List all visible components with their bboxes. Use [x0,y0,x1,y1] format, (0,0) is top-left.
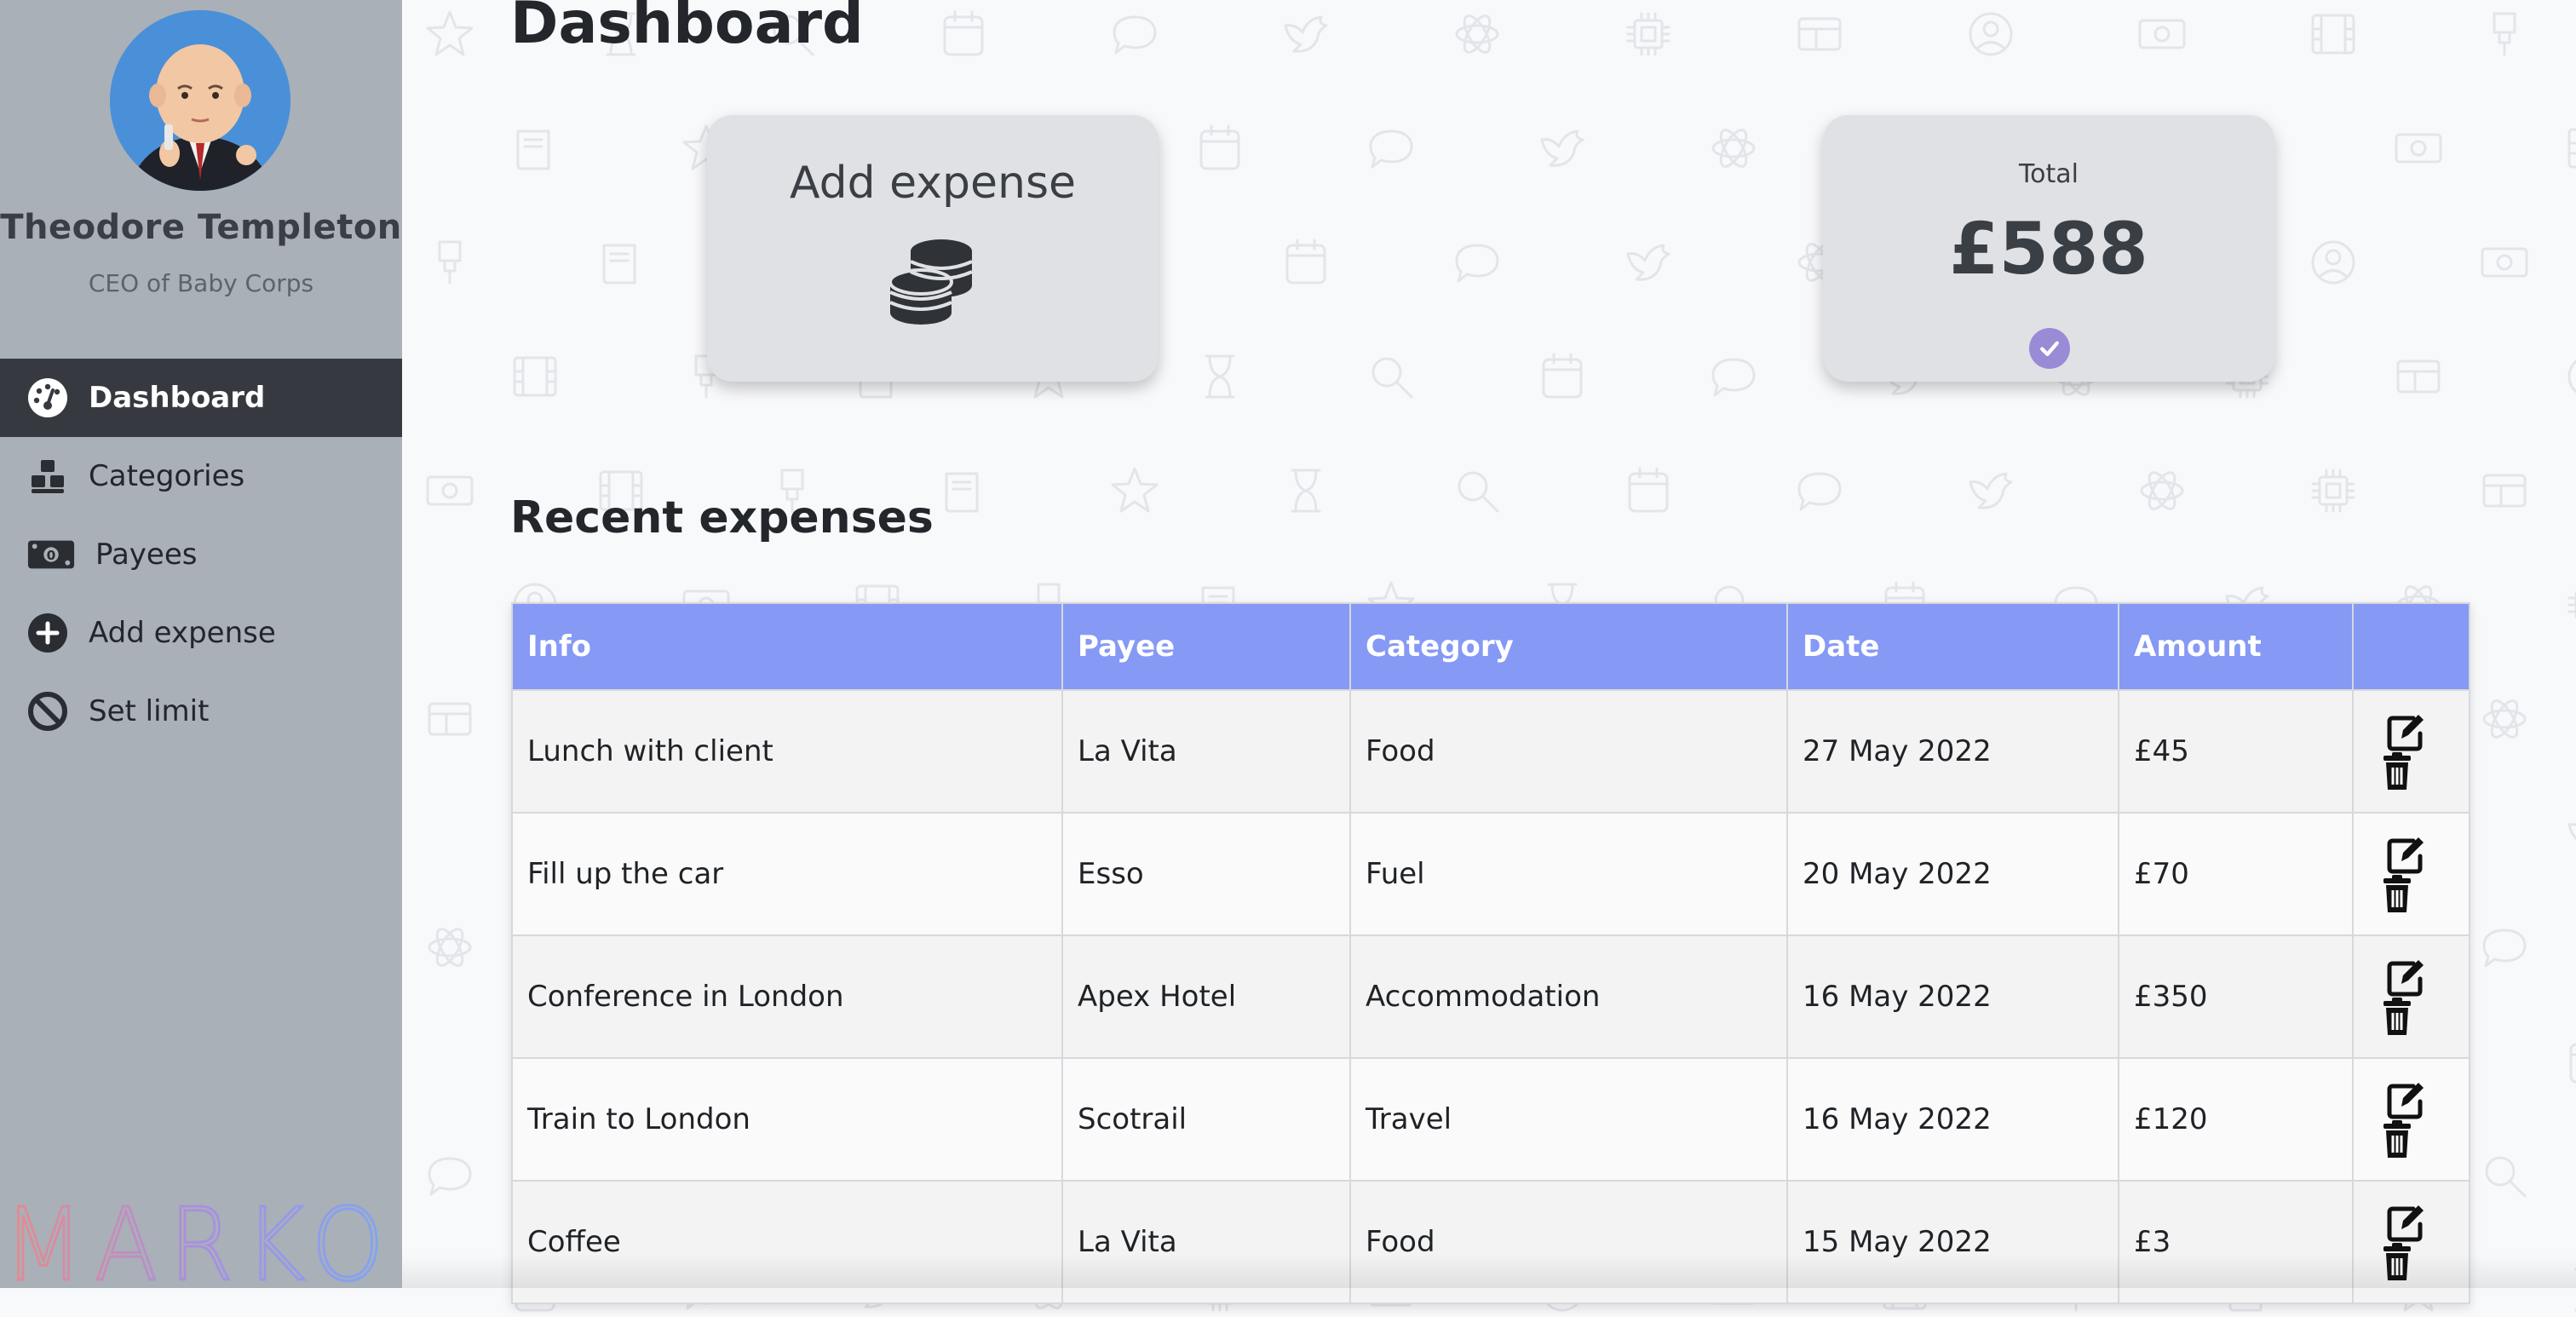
expenses-table: Info Payee Category Date Amount Lunch wi… [511,602,2470,1304]
edit-icon[interactable] [2383,710,2427,754]
cell-category: Travel [1349,1057,1788,1182]
brand-logo: MARKO [3,1194,402,1288]
svg-text:MARKO: MARKO [3,1194,395,1288]
sidebar-item-add-expense[interactable]: Add expense [0,594,402,672]
trash-icon[interactable] [2377,871,2421,916]
sidebar-nav: Dashboard Categories 0 Payees Add expens… [0,359,402,751]
section-title: Recent expenses [510,492,934,543]
column-header-category[interactable]: Category [1349,602,1788,691]
cell-category: Food [1349,1180,1788,1304]
trash-icon[interactable] [2377,1117,2421,1161]
total-label: Total [2018,159,2079,189]
total-value: £588 [1949,207,2148,290]
sidebar-item-set-limit[interactable]: Set limit [0,672,402,751]
column-header-payee[interactable]: Payee [1061,602,1351,691]
column-header-amount[interactable]: Amount [2118,602,2354,691]
cell-info: Coffee [511,1180,1063,1304]
table-row: Conference in London Apex Hotel Accommodat… [511,935,2470,1059]
table-row: Lunch with client La Vita Food 27 May 2022 £… [511,689,2470,814]
cell-category: Fuel [1349,812,1788,936]
plus-circle-icon [26,611,70,655]
column-header-date[interactable]: Date [1786,602,2119,691]
avatar[interactable] [110,10,290,191]
cell-category: Food [1349,689,1788,814]
cell-amount: £45 [2118,689,2354,814]
sidebar-item-label: Payees [95,538,198,572]
main-content: Dashboard Add expense Total £588 Recent … [402,0,2576,1304]
table-header-row: Info Payee Category Date Amount [511,602,2470,691]
cell-payee: La Vita [1061,1180,1351,1304]
trash-icon[interactable] [2377,1239,2421,1284]
check-circle-icon [2029,328,2070,369]
page-title: Dashboard [510,0,864,57]
cell-actions [2352,935,2470,1059]
table-row: Fill up the car Esso Fuel 20 May 2022 £70 [511,812,2470,936]
edit-icon[interactable] [2383,1200,2427,1245]
sidebar-item-payees[interactable]: 0 Payees [0,515,402,594]
cell-info: Train to London [511,1057,1063,1182]
column-header-info[interactable]: Info [511,602,1063,691]
total-card: Total £588 [1823,115,2274,382]
add-expense-card-title: Add expense [789,158,1077,209]
user-name: Theodore Templeton [0,208,402,247]
cell-info: Lunch with client [511,689,1063,814]
edit-icon[interactable] [2383,955,2427,999]
sidebar-item-label: Categories [89,459,245,493]
column-header-actions [2352,602,2470,691]
cell-actions [2352,689,2470,814]
trash-icon[interactable] [2377,749,2421,793]
user-role: CEO of Baby Corps [88,269,314,297]
coins-icon [887,236,979,328]
cell-actions [2352,1057,2470,1182]
cell-category: Accommodation [1349,935,1788,1059]
table-row: Coffee La Vita Food 15 May 2022 £3 [511,1180,2470,1304]
money-bill-icon: 0 [26,532,77,577]
tachometer-icon [26,376,70,420]
cubes-icon [26,454,70,498]
sidebar-item-dashboard[interactable]: Dashboard [0,359,402,437]
svg-text:0: 0 [47,548,56,563]
table-row: Train to London Scotrail Travel 16 May 2022… [511,1057,2470,1182]
cell-amount: £350 [2118,935,2354,1059]
cell-date: 15 May 2022 [1786,1180,2119,1304]
cell-date: 16 May 2022 [1786,935,2119,1059]
cell-info: Conference in London [511,935,1063,1059]
cell-payee: Esso [1061,812,1351,936]
sidebar: Theodore Templeton CEO of Baby Corps Das… [0,0,402,1288]
cell-amount: £70 [2118,812,2354,936]
cell-payee: Scotrail [1061,1057,1351,1182]
sidebar-item-label: Add expense [89,616,276,650]
ban-icon [26,689,70,733]
cell-date: 20 May 2022 [1786,812,2119,936]
cell-date: 16 May 2022 [1786,1057,2119,1182]
edit-icon[interactable] [2383,1078,2427,1122]
cell-amount: £120 [2118,1057,2354,1182]
sidebar-item-label: Dashboard [89,381,266,415]
cell-payee: Apex Hotel [1061,935,1351,1059]
cell-info: Fill up the car [511,812,1063,936]
edit-icon[interactable] [2383,832,2427,877]
sidebar-item-label: Set limit [89,694,210,728]
cell-date: 27 May 2022 [1786,689,2119,814]
add-expense-card[interactable]: Add expense [707,115,1159,382]
cell-payee: La Vita [1061,689,1351,814]
cell-amount: £3 [2118,1180,2354,1304]
cell-actions [2352,1180,2470,1304]
cell-actions [2352,812,2470,936]
sidebar-item-categories[interactable]: Categories [0,437,402,515]
trash-icon[interactable] [2377,994,2421,1038]
